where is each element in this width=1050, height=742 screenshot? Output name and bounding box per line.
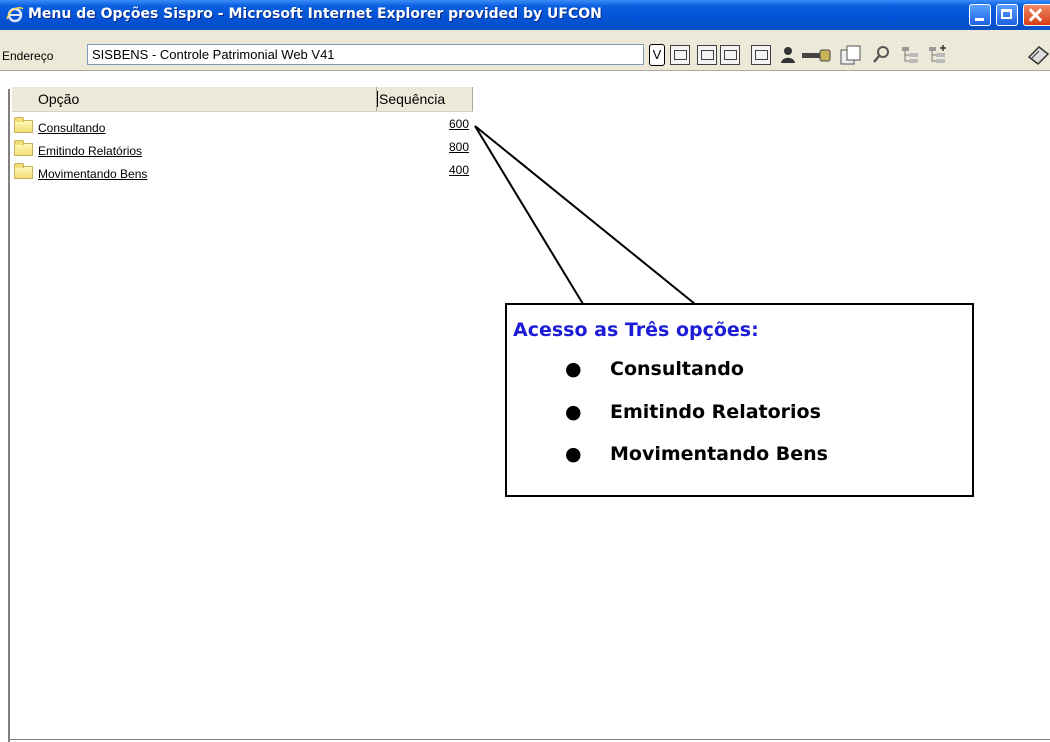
documents-icon[interactable]: [839, 45, 863, 65]
folder-up-icon[interactable]: [670, 45, 690, 65]
option-link[interactable]: Consultando: [38, 121, 105, 135]
v-button[interactable]: V: [649, 44, 665, 66]
title-bar: Menu de Opções Sispro - Microsoft Intern…: [0, 0, 1050, 30]
bullet-icon: ●: [565, 443, 582, 465]
internet-explorer-icon: [6, 7, 24, 23]
window-title: Menu de Opções Sispro - Microsoft Intern…: [28, 6, 602, 22]
callout-list-item: ● Emitindo Relatorios: [565, 401, 821, 423]
sequence-value[interactable]: 800: [449, 140, 469, 154]
user-icon[interactable]: [778, 45, 798, 65]
folder-icon: [14, 140, 33, 156]
tree-icon[interactable]: [900, 45, 922, 65]
tree-add-icon[interactable]: [927, 45, 949, 65]
frame-border: [8, 89, 10, 742]
table-row[interactable]: Consultando 600: [12, 117, 477, 137]
address-input[interactable]: SISBENS - Controle Patrimonial Web V41: [87, 44, 644, 65]
option-link[interactable]: Movimentando Bens: [38, 167, 147, 181]
bullet-icon: ●: [565, 401, 582, 423]
address-label: Endereço: [2, 49, 54, 63]
sequence-value[interactable]: 400: [449, 163, 469, 177]
folder-icon: [14, 163, 33, 179]
minimize-button[interactable]: [969, 4, 991, 26]
column-header-opcao[interactable]: Opção: [12, 87, 377, 111]
tools-icon[interactable]: [800, 45, 834, 65]
callout-title: Acesso as Três opções:: [513, 319, 759, 341]
search-icon[interactable]: [871, 45, 891, 65]
option-link[interactable]: Emitindo Relatórios: [38, 144, 142, 158]
address-bar: Endereço SISBENS - Controle Patrimonial …: [0, 30, 1050, 71]
table-header: Opção Sequência: [12, 87, 473, 112]
maximize-button[interactable]: [996, 4, 1018, 26]
table-row[interactable]: Movimentando Bens 400: [12, 163, 477, 183]
callout-list-item: ● Movimentando Bens: [565, 443, 828, 465]
sequence-value[interactable]: 600: [449, 117, 469, 131]
frame-bottom-border: [8, 739, 1050, 740]
folder-icon: [14, 117, 33, 133]
callout-box: Acesso as Três opções: ● Consultando ● Emi…: [505, 303, 974, 497]
book-icon[interactable]: [1027, 45, 1050, 65]
view-icon[interactable]: [697, 45, 717, 65]
grid-icon[interactable]: [720, 45, 740, 65]
callout-list-item: ● Consultando: [565, 358, 744, 380]
bullet-icon: ●: [565, 358, 582, 380]
column-header-sequencia[interactable]: Sequência: [377, 87, 473, 111]
table-row[interactable]: Emitindo Relatórios 800: [12, 140, 477, 160]
form-icon[interactable]: [751, 45, 771, 65]
close-button[interactable]: [1023, 4, 1050, 26]
